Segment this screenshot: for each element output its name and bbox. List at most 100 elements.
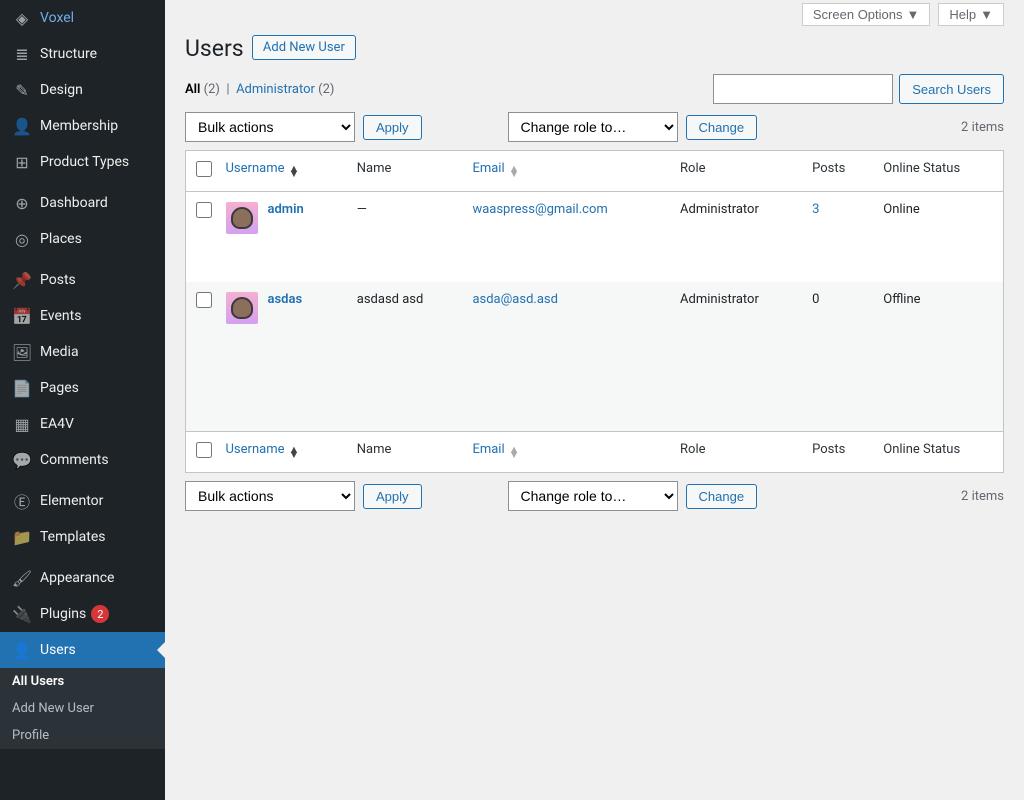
- sidebar-item-voxel[interactable]: ◈Voxel: [0, 0, 165, 36]
- search-users-button[interactable]: Search Users: [899, 74, 1004, 104]
- users-icon: 👤: [12, 640, 32, 660]
- submenu-all-users[interactable]: All Users: [0, 668, 165, 695]
- places-icon: ◎: [12, 229, 32, 249]
- sidebar-group: ⊕ Dashboard ◎Places: [0, 185, 165, 257]
- email-link[interactable]: asda@asd.asd: [472, 292, 558, 307]
- sidebar-item-places[interactable]: ◎Places: [0, 221, 165, 257]
- dashboard-icon: ⊕: [12, 193, 32, 213]
- col-role: Role: [670, 432, 802, 473]
- table-header-row: Username▲▼ Name Email▲▼ Role Posts Onlin…: [186, 151, 1004, 192]
- sidebar-item-comments[interactable]: 💬Comments: [0, 442, 165, 478]
- sidebar-label: Product Types: [40, 154, 129, 170]
- change-role-select[interactable]: Change role to…: [508, 481, 678, 511]
- membership-icon: 👤: [12, 116, 32, 136]
- col-email[interactable]: Email▲▼: [472, 442, 519, 457]
- filter-administrator[interactable]: Administrator (2): [236, 82, 334, 97]
- search-box: Search Users: [713, 74, 1004, 104]
- sidebar-label: Users: [40, 642, 76, 658]
- elementor-icon: Ⓔ: [12, 491, 32, 511]
- sidebar-item-pages[interactable]: 📄Pages: [0, 370, 165, 406]
- sidebar-label: Elementor: [40, 493, 103, 509]
- sidebar-item-posts[interactable]: 📌Posts: [0, 262, 165, 298]
- search-users-input[interactable]: [713, 74, 893, 104]
- cell-role: Administrator: [670, 282, 802, 432]
- sidebar-group: 📌Posts 📅 Events 🖼Media 📄Pages ▦EA4V 💬Comm…: [0, 262, 165, 478]
- screen-options-button[interactable]: Screen Options ▼: [802, 3, 930, 26]
- submenu-profile[interactable]: Profile: [0, 722, 165, 749]
- page-title: Users: [185, 26, 244, 66]
- sidebar-item-media[interactable]: 🖼Media: [0, 334, 165, 370]
- sidebar-item-users[interactable]: 👤 Users: [0, 632, 165, 668]
- table-row: admin — waaspress@gmail.com Administrato…: [186, 192, 1004, 282]
- col-username[interactable]: Username▲▼: [226, 161, 300, 176]
- select-all-checkbox[interactable]: [196, 161, 212, 177]
- select-all-checkbox[interactable]: [196, 442, 212, 458]
- sort-icon: ▲▼: [509, 166, 520, 176]
- sidebar-item-elementor[interactable]: Ⓔ Elementor: [0, 483, 165, 519]
- row-checkbox[interactable]: [196, 202, 212, 218]
- update-badge: 2: [91, 605, 109, 623]
- sidebar-item-ea4v[interactable]: ▦EA4V: [0, 406, 165, 442]
- sidebar-item-dashboard[interactable]: ⊕ Dashboard: [0, 185, 165, 221]
- sidebar-item-product-types[interactable]: ⊞Product Types: [0, 144, 165, 180]
- filter-admin-count: (2): [318, 82, 334, 97]
- sidebar-item-templates[interactable]: 📁 Templates: [0, 519, 165, 555]
- help-button[interactable]: Help ▼: [938, 3, 1004, 26]
- structure-icon: ≣: [12, 44, 32, 64]
- change-role-select[interactable]: Change role to…: [508, 112, 678, 142]
- screen-options-label: Screen Options: [813, 7, 903, 22]
- sidebar-item-plugins[interactable]: 🔌Plugins2: [0, 596, 165, 632]
- plugins-icon: 🔌: [12, 604, 32, 624]
- help-label: Help: [949, 7, 976, 22]
- voxel-icon: ◈: [12, 8, 32, 28]
- change-role-button[interactable]: Change: [686, 115, 758, 140]
- filter-row: All (2) | Administrator (2) Search Users: [185, 74, 1004, 104]
- sidebar-item-appearance[interactable]: 🖌Appearance: [0, 560, 165, 596]
- sidebar-item-design[interactable]: ✎Design: [0, 72, 165, 108]
- sidebar-label: Appearance: [40, 570, 114, 586]
- col-username[interactable]: Username▲▼: [226, 442, 300, 457]
- username-link[interactable]: admin: [268, 202, 304, 217]
- cell-name: —: [347, 192, 463, 282]
- sidebar-item-membership[interactable]: 👤Membership: [0, 108, 165, 144]
- col-online: Online Status: [873, 432, 1003, 473]
- avatar: [226, 202, 258, 234]
- sidebar-label: Pages: [40, 380, 79, 396]
- sidebar-label: Media: [40, 344, 79, 360]
- filter-all-count: (2): [204, 82, 220, 97]
- sidebar-label: Structure: [40, 46, 97, 62]
- posts-link[interactable]: 3: [812, 202, 819, 217]
- filter-all-label: All: [185, 82, 200, 97]
- sidebar-item-events[interactable]: 📅 Events: [0, 298, 165, 334]
- apply-button[interactable]: Apply: [363, 115, 422, 140]
- row-checkbox[interactable]: [196, 292, 212, 308]
- sidebar-label: Templates: [40, 529, 106, 545]
- col-email[interactable]: Email ▲▼: [472, 161, 519, 176]
- sidebar-label: Events: [40, 308, 81, 324]
- change-role-button[interactable]: Change: [686, 484, 758, 509]
- bulk-action-select[interactable]: Bulk actions: [185, 112, 355, 142]
- sort-icon: ▲▼: [288, 166, 299, 176]
- apply-button[interactable]: Apply: [363, 484, 422, 509]
- sidebar-item-structure[interactable]: ≣ Structure: [0, 36, 165, 72]
- cell-online: Offline: [873, 282, 1003, 432]
- add-new-user-button[interactable]: Add New User: [252, 35, 356, 60]
- templates-icon: 📁: [12, 527, 32, 547]
- chevron-down-icon: ▼: [980, 7, 993, 22]
- bulk-action-select[interactable]: Bulk actions: [185, 481, 355, 511]
- submenu-add-new-user[interactable]: Add New User: [0, 695, 165, 722]
- sidebar-label: Dashboard: [40, 195, 108, 211]
- sidebar-group: Ⓔ Elementor 📁 Templates: [0, 483, 165, 555]
- events-icon: 📅: [12, 306, 32, 326]
- avatar: [226, 292, 258, 324]
- col-online: Online Status: [873, 151, 1003, 192]
- chevron-down-icon: ▼: [907, 7, 920, 22]
- email-link[interactable]: waaspress@gmail.com: [472, 202, 607, 217]
- sort-icon: ▲▼: [288, 447, 299, 457]
- username-link[interactable]: asdas: [268, 292, 303, 307]
- cell-online: Online: [873, 192, 1003, 282]
- sidebar-label: Comments: [40, 452, 109, 468]
- col-email-label: Email: [472, 161, 504, 176]
- filter-all[interactable]: All (2): [185, 82, 220, 97]
- sidebar-group: 🖌Appearance 🔌Plugins2 👤 Users: [0, 560, 165, 668]
